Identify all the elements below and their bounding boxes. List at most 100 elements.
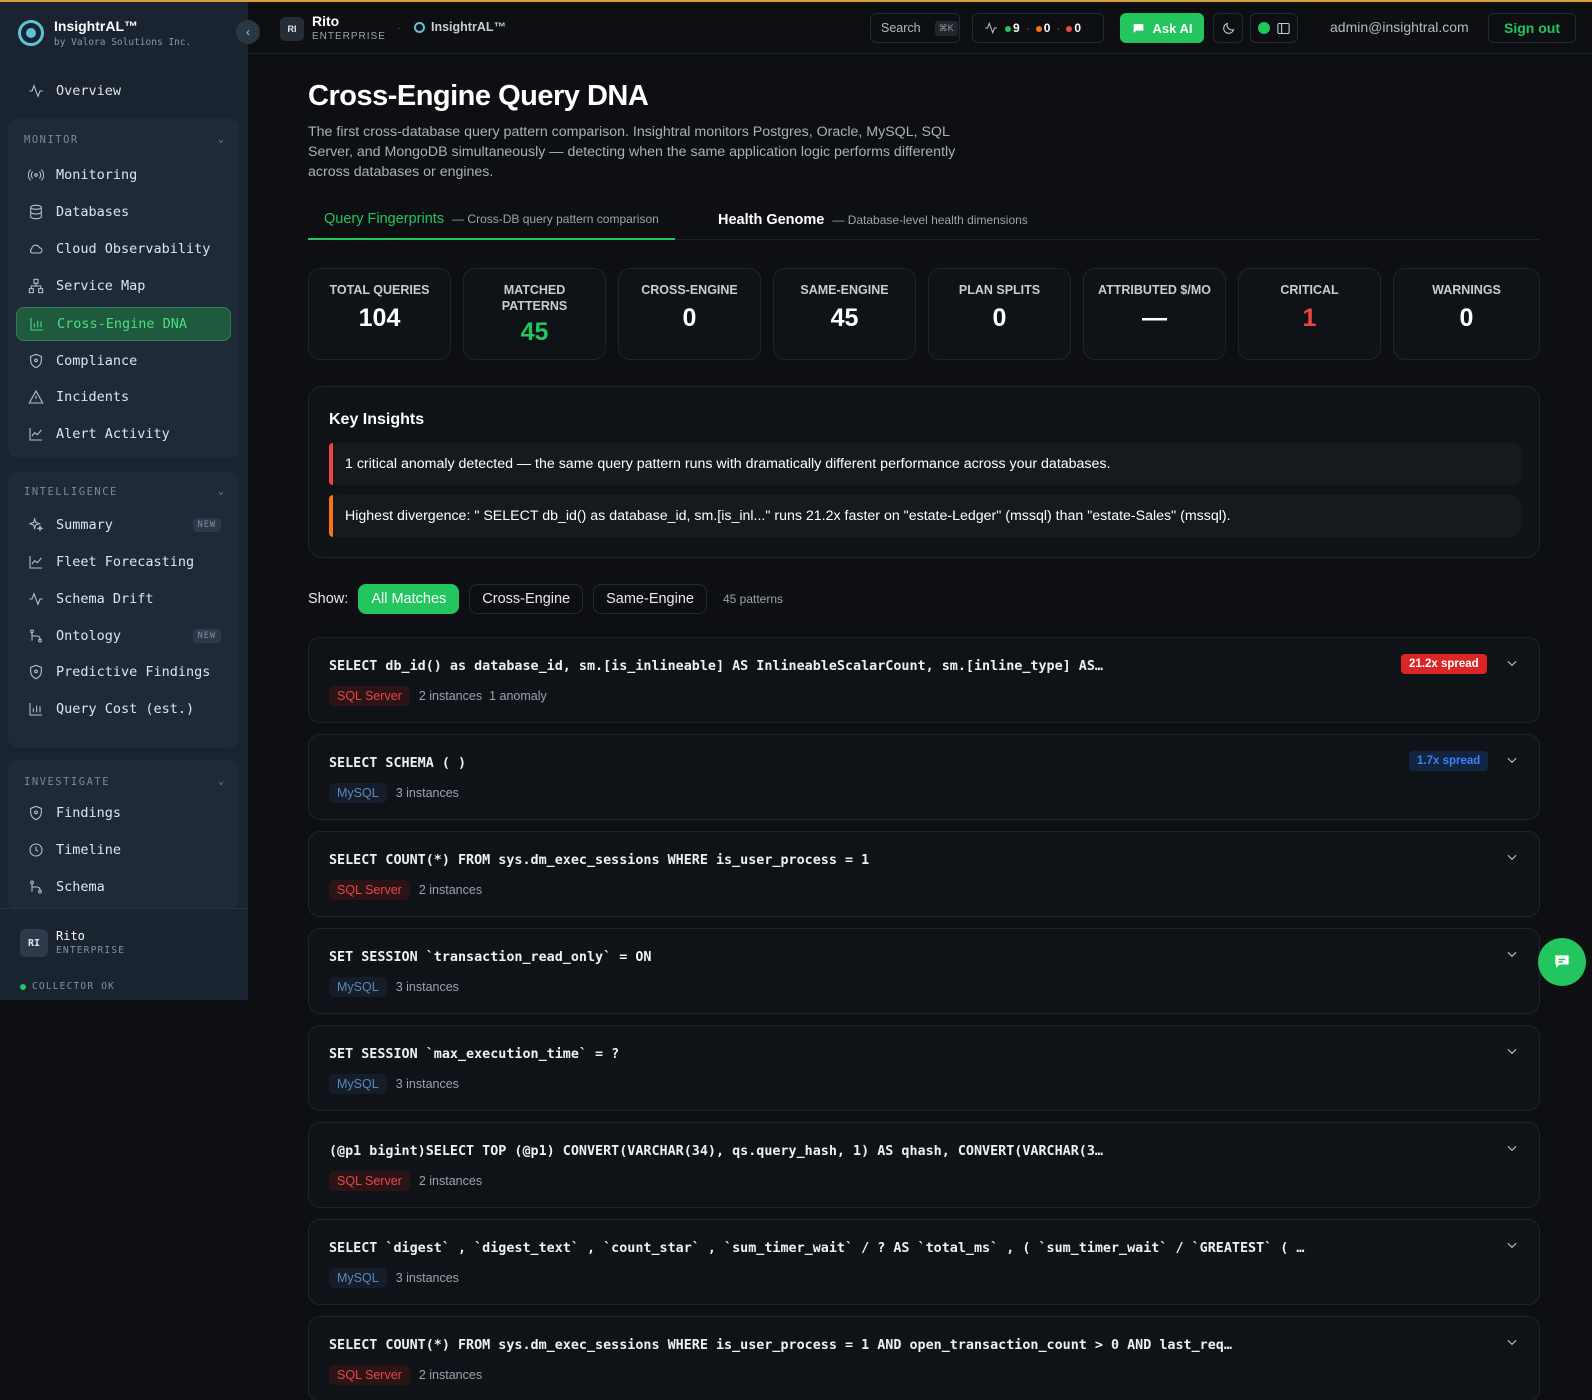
sidebar-item-monitoring[interactable]: Monitoring xyxy=(16,158,231,192)
sidebar-item-databases[interactable]: Databases xyxy=(16,195,231,229)
stat-card-cross-engine: CROSS-ENGINE 0 xyxy=(618,268,761,360)
search-shortcut: ⌘K xyxy=(934,20,958,36)
chevron-down-icon[interactable] xyxy=(1505,1238,1519,1257)
group-heading: INVESTIGATE xyxy=(24,776,111,788)
chevron-down-icon[interactable] xyxy=(1505,656,1519,675)
chevron-down-icon[interactable]: ⌄ xyxy=(218,486,224,497)
chevron-down-icon[interactable] xyxy=(1505,753,1519,772)
sidebar-item-service-map[interactable]: Service Map xyxy=(16,269,231,303)
brand-logo-icon xyxy=(414,21,425,33)
query-meta: MySQL 3 instances xyxy=(329,1268,459,1288)
query-card[interactable]: SET SESSION `max_execution_time` = ? MyS… xyxy=(308,1025,1540,1111)
tab-query-fingerprints[interactable]: Query Fingerprints — Cross-DB query patt… xyxy=(308,200,675,240)
sign-out-button[interactable]: Sign out xyxy=(1488,13,1576,43)
sidebar-item-incidents[interactable]: Incidents xyxy=(16,380,231,414)
stat-label: CROSS-ENGINE xyxy=(641,283,738,297)
shield-icon xyxy=(28,664,44,680)
filter-same-engine[interactable]: Same-Engine xyxy=(593,584,707,614)
query-meta: SQL Server 2 instances xyxy=(329,880,482,900)
git-branch-icon xyxy=(28,628,44,644)
theme-toggle-button[interactable] xyxy=(1213,13,1243,43)
ask-ai-label: Ask AI xyxy=(1152,20,1193,36)
user-plan: ENTERPRISE xyxy=(56,945,126,956)
chevron-down-icon[interactable] xyxy=(1505,1044,1519,1063)
engine-badge: MySQL xyxy=(329,977,387,997)
pattern-count: 45 patterns xyxy=(722,592,784,606)
chat-icon xyxy=(1133,23,1143,33)
network-icon xyxy=(28,278,44,294)
ask-ai-button[interactable]: Ask AI xyxy=(1120,13,1204,43)
query-meta: MySQL 3 instances xyxy=(329,977,459,997)
bar-chart-icon xyxy=(28,701,44,717)
tab-label: Query Fingerprints xyxy=(324,211,445,227)
sidebar-item-alert-activity[interactable]: Alert Activity xyxy=(16,417,231,451)
chat-assistant-button[interactable] xyxy=(1538,938,1586,986)
sidebar-item-compliance[interactable]: Compliance xyxy=(16,344,231,378)
sidebar-item-schema[interactable]: Schema xyxy=(16,870,231,904)
query-sql: SELECT COUNT(*) FROM sys.dm_exec_session… xyxy=(329,853,870,868)
instance-count: 3 instances xyxy=(395,1271,459,1285)
status-green: 9 xyxy=(1005,21,1020,35)
tab-health-genome[interactable]: Health Genome — Database-level health di… xyxy=(702,200,1044,240)
query-card[interactable]: SELECT db_id() as database_id, sm.[is_in… xyxy=(308,637,1540,723)
sidebar-item-cross-engine-dna[interactable]: Cross-Engine DNA xyxy=(16,307,231,341)
filter-all-matches[interactable]: All Matches xyxy=(358,584,460,614)
sidebar-item-label: Alert Activity xyxy=(56,426,170,442)
tab-label: Health Genome xyxy=(718,212,825,228)
stat-value: 1 xyxy=(1302,304,1317,332)
chevron-down-icon[interactable] xyxy=(1505,947,1519,966)
group-heading: INTELLIGENCE xyxy=(24,486,118,498)
brand[interactable]: InsightrAL™ by Valora Solutions Inc. xyxy=(18,18,191,48)
chevron-down-icon[interactable] xyxy=(1505,850,1519,869)
instance-count: 2 instances xyxy=(418,883,483,897)
sidebar-item-cloud-observability[interactable]: Cloud Observability xyxy=(16,232,231,266)
sidebar-item-timeline[interactable]: Timeline xyxy=(16,833,231,867)
query-card[interactable]: SELECT SCHEMA ( ) MySQL 3 instances 1.7x… xyxy=(308,734,1540,820)
sidebar: InsightrAL™ by Valora Solutions Inc. Ove… xyxy=(0,2,248,1000)
chevron-down-icon[interactable] xyxy=(1505,1335,1519,1354)
stat-value: 0 xyxy=(682,304,697,332)
app-breadcrumb[interactable]: InsightrAL™ xyxy=(414,20,506,34)
chevron-down-icon[interactable]: ⌄ xyxy=(218,776,224,787)
new-badge: NEW xyxy=(192,518,221,532)
stat-card-matched-patterns: MATCHED PATTERNS 45 xyxy=(463,268,606,360)
shield-icon xyxy=(28,353,44,369)
query-meta: SQL Server 2 instances 1 anomaly xyxy=(329,686,547,706)
query-card[interactable]: SET SESSION `transaction_read_only` = ON… xyxy=(308,928,1540,1014)
sidebar-user[interactable]: RI Rito ENTERPRISE COLLECTOR OK xyxy=(0,908,248,1000)
query-card[interactable]: (@p1 bigint)SELECT TOP (@p1) CONVERT(VAR… xyxy=(308,1122,1540,1208)
sidebar-item-findings[interactable]: Findings xyxy=(16,796,231,830)
sidebar-item-predictive-findings[interactable]: Predictive Findings xyxy=(16,655,231,689)
sidebar-item-fleet-forecasting[interactable]: Fleet Forecasting xyxy=(16,545,231,579)
status-red-count: 0 xyxy=(1074,21,1082,35)
cloud-icon xyxy=(28,241,44,257)
tab-bar: Query Fingerprints — Cross-DB query patt… xyxy=(308,200,1540,240)
insight-text: Highest divergence: " SELECT db_id() as … xyxy=(345,508,1231,524)
workspace-plan: ENTERPRISE xyxy=(312,31,386,42)
sidebar-item-overview[interactable]: Overview xyxy=(16,74,231,108)
workspace-name[interactable]: Rito xyxy=(312,13,339,29)
layout-toggle-button[interactable] xyxy=(1250,13,1298,43)
alert-status-summary[interactable]: 9 · 0 · 0 xyxy=(972,13,1104,43)
search-button[interactable]: Search ⌘K xyxy=(870,13,960,43)
activity-icon xyxy=(983,20,999,36)
tab-subtitle: — Cross-DB query pattern comparison xyxy=(452,212,659,226)
filter-cross-engine[interactable]: Cross-Engine xyxy=(469,584,584,614)
orange-dot-icon xyxy=(1035,26,1042,32)
query-card[interactable]: SELECT COUNT(*) FROM sys.dm_exec_session… xyxy=(308,831,1540,917)
query-card[interactable]: SELECT COUNT(*) FROM sys.dm_exec_session… xyxy=(308,1316,1540,1400)
sidebar-item-ontology[interactable]: Ontology NEW xyxy=(16,619,231,653)
sidebar-item-schema-drift[interactable]: Schema Drift xyxy=(16,582,231,616)
sidebar-item-label: Summary xyxy=(56,517,113,533)
sidebar-item-query-cost[interactable]: Query Cost (est.) xyxy=(16,692,231,726)
chevron-down-icon[interactable] xyxy=(1505,1141,1519,1160)
bar-chart-icon xyxy=(29,316,45,332)
stat-value: — xyxy=(1142,304,1167,332)
query-card[interactable]: SELECT `digest` , `digest_text` , `count… xyxy=(308,1219,1540,1305)
collapse-sidebar-button[interactable]: ‹ xyxy=(236,20,260,44)
chevron-down-icon[interactable]: ⌄ xyxy=(218,134,224,145)
brand-title: InsightrAL™ xyxy=(54,18,138,34)
avatar[interactable]: RI xyxy=(280,17,304,41)
sidebar-item-summary[interactable]: Summary NEW xyxy=(16,508,231,542)
collector-status: COLLECTOR OK xyxy=(20,981,115,992)
